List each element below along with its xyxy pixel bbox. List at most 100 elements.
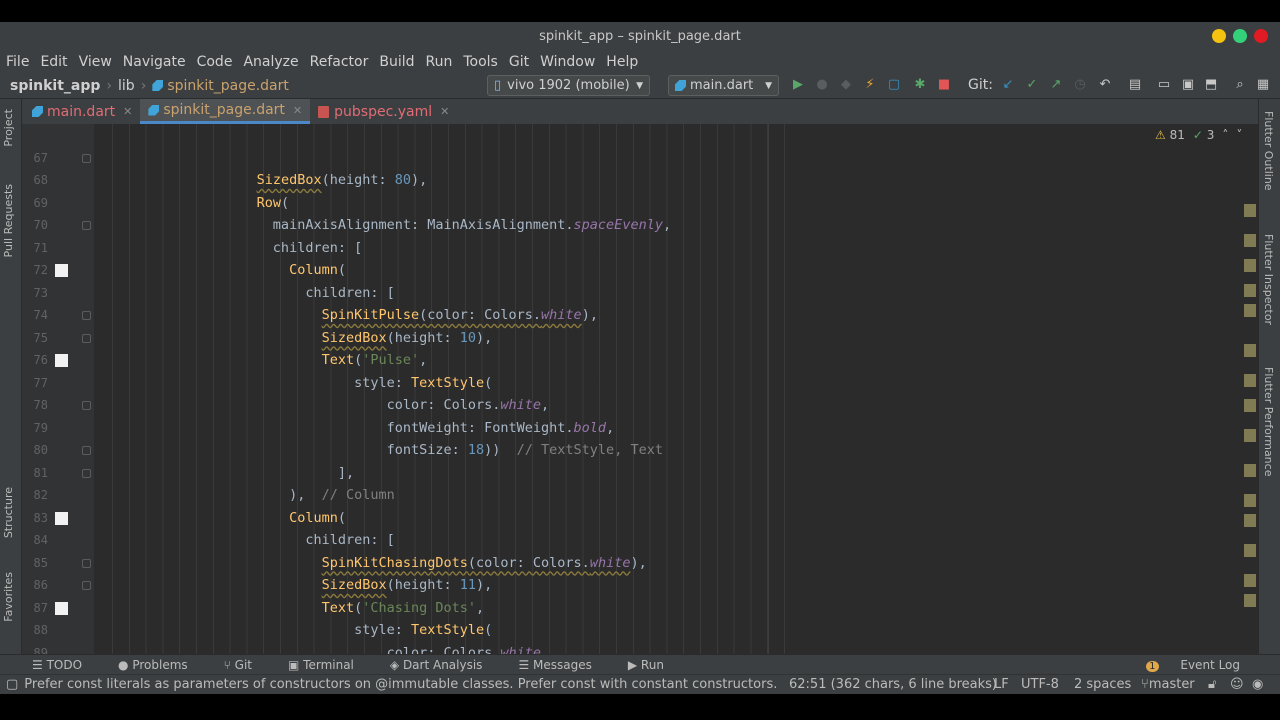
- code-line: 67 SizedBox(height: 80),: [33, 150, 428, 189]
- hot-reload-icon[interactable]: ⚡: [863, 78, 877, 92]
- fold-marker[interactable]: [82, 401, 91, 410]
- minimize-button[interactable]: [1212, 29, 1226, 43]
- tab-label: main.dart: [47, 103, 116, 120]
- hot-restart-icon[interactable]: ▢: [887, 78, 901, 92]
- device-manager-icon[interactable]: ▣: [1181, 78, 1195, 92]
- title-bar: spinkit_app – spinkit_page.dart: [0, 22, 1280, 50]
- tab-spinkit-page-dart[interactable]: spinkit_page.dart ✕: [140, 99, 311, 124]
- settings-icon[interactable]: ▦: [1256, 78, 1270, 92]
- fold-marker[interactable]: [82, 558, 91, 568]
- fold-marker[interactable]: [82, 446, 91, 455]
- menu-view[interactable]: View: [79, 54, 112, 70]
- terminal-tab[interactable]: ▣ Terminal: [288, 658, 372, 672]
- run-config-selector[interactable]: main.dart ▼: [668, 75, 779, 96]
- file-encoding[interactable]: UTF-8: [1021, 677, 1059, 692]
- error-stripe[interactable]: [1244, 204, 1258, 644]
- code-line: 87 style: TextStyle(: [22, 574, 1258, 638]
- window-title: spinkit_app – spinkit_page.dart: [539, 28, 741, 44]
- attach-icon[interactable]: ◆: [839, 78, 853, 92]
- breakpoint-marker[interactable]: [55, 354, 68, 367]
- git-push-icon[interactable]: ↗: [1049, 78, 1063, 92]
- menu-run[interactable]: Run: [426, 54, 453, 70]
- code-line: 84 SpinKitChasingDots(color: Colors.whit…: [22, 507, 1258, 571]
- git-update-icon[interactable]: ↙: [1001, 78, 1015, 92]
- close-icon[interactable]: ✕: [123, 105, 132, 118]
- menu-tools[interactable]: Tools: [463, 54, 498, 70]
- git-branch[interactable]: ⑂master: [1141, 677, 1195, 692]
- menu-help[interactable]: Help: [606, 54, 638, 70]
- breadcrumb-separator: ›: [106, 77, 113, 94]
- breakpoint-marker[interactable]: [55, 511, 68, 525]
- dart-analysis-tab[interactable]: ◈ Dart Analysis: [390, 658, 501, 672]
- breadcrumb-file[interactable]: spinkit_page.dart: [167, 78, 289, 94]
- right-tool-rail: Flutter Outline Flutter Inspector Flutte…: [1258, 99, 1280, 654]
- search-icon[interactable]: ⌕: [1233, 78, 1247, 92]
- fold-marker[interactable]: [82, 468, 91, 478]
- close-button[interactable]: [1254, 29, 1268, 43]
- fold-marker[interactable]: [82, 311, 91, 320]
- rollback-icon[interactable]: ↶: [1098, 78, 1112, 92]
- history-icon[interactable]: ◷: [1073, 78, 1087, 92]
- messages-tab[interactable]: ☰ Messages: [518, 658, 609, 672]
- flutter-inspector-tab[interactable]: Flutter Inspector: [1262, 234, 1275, 325]
- caret-position[interactable]: 62:51 (362 chars, 6 line breaks): [789, 677, 997, 692]
- menu-git[interactable]: Git: [509, 54, 529, 70]
- inspector-icon[interactable]: ☺: [1230, 677, 1244, 692]
- event-log-tab[interactable]: 1 Event Log: [1146, 658, 1258, 672]
- breadcrumb-folder[interactable]: lib: [118, 78, 135, 94]
- close-icon[interactable]: ✕: [440, 105, 449, 118]
- indent-setting[interactable]: 2 spaces: [1074, 677, 1131, 692]
- fold-marker[interactable]: [82, 333, 91, 343]
- close-icon[interactable]: ✕: [293, 104, 302, 117]
- todo-tab[interactable]: ☰ TODO: [32, 658, 100, 672]
- debug-icon[interactable]: ●: [815, 78, 829, 92]
- tab-pubspec-yaml[interactable]: pubspec.yaml ✕: [310, 99, 457, 124]
- problems-tab[interactable]: ● Problems: [118, 658, 206, 672]
- breakpoint-marker[interactable]: [55, 601, 68, 615]
- code-line: 70 children: [: [33, 218, 363, 256]
- menu-navigate[interactable]: Navigate: [123, 54, 186, 70]
- sdk-manager-icon[interactable]: ⬒: [1204, 78, 1218, 92]
- run-config-label: main.dart: [690, 78, 754, 93]
- structure-panel-tab[interactable]: Structure: [2, 487, 15, 538]
- pull-requests-panel-tab[interactable]: Pull Requests: [2, 184, 15, 257]
- code-line: 88 color: Colors.white,: [22, 597, 1258, 654]
- menu-code[interactable]: Code: [197, 54, 233, 70]
- lock-icon[interactable]: 🔓︎: [1208, 677, 1216, 692]
- tab-main-dart[interactable]: main.dart ✕: [22, 99, 140, 124]
- device-selector[interactable]: ▯ vivo 1902 (mobile) ▼: [487, 75, 650, 96]
- menu-analyze[interactable]: Analyze: [243, 54, 298, 70]
- run-icon[interactable]: ▶: [791, 78, 805, 92]
- line-separator[interactable]: LF: [994, 677, 1009, 692]
- fold-marker[interactable]: [82, 581, 91, 590]
- dart-file-icon: [32, 106, 43, 117]
- code-editor[interactable]: ⚠ 81 ✓ 3 ˄ ˅ 67 SizedBox(height: 80), 68…: [22, 124, 1258, 654]
- run-tab[interactable]: ▶ Run: [628, 658, 682, 672]
- project-structure-icon[interactable]: ▤: [1128, 78, 1142, 92]
- status-bar: ▢ Prefer const literals as parameters of…: [0, 674, 1280, 694]
- notifications-icon[interactable]: ◉: [1252, 677, 1263, 692]
- status-panel-icon[interactable]: ▢: [6, 677, 18, 692]
- dart-file-icon: [152, 80, 164, 91]
- code-line: 76 style: TextStyle(: [22, 327, 1258, 391]
- menu-edit[interactable]: Edit: [40, 54, 67, 70]
- git-tab[interactable]: ⑂ Git: [224, 658, 270, 672]
- menu-file[interactable]: File: [6, 54, 29, 70]
- breakpoint-marker[interactable]: [55, 264, 68, 277]
- window-layout-icon[interactable]: ▭: [1157, 78, 1171, 92]
- fold-marker[interactable]: [82, 153, 91, 163]
- git-commit-icon[interactable]: ✓: [1025, 78, 1039, 92]
- project-panel-tab[interactable]: Project: [2, 109, 15, 147]
- menu-refactor[interactable]: Refactor: [310, 54, 369, 70]
- flutter-performance-tab[interactable]: Flutter Performance: [1262, 367, 1275, 476]
- flutter-outline-tab[interactable]: Flutter Outline: [1262, 111, 1275, 191]
- breadcrumb-project[interactable]: spinkit_app: [10, 78, 100, 94]
- android-icon[interactable]: ✱: [913, 78, 927, 92]
- fold-marker[interactable]: [82, 221, 91, 230]
- favorites-panel-tab[interactable]: Favorites: [2, 572, 15, 622]
- chevron-down-icon: ▼: [636, 80, 643, 91]
- maximize-button[interactable]: [1233, 29, 1247, 43]
- stop-icon[interactable]: ■: [937, 78, 951, 92]
- menu-build[interactable]: Build: [379, 54, 414, 70]
- menu-window[interactable]: Window: [540, 54, 595, 70]
